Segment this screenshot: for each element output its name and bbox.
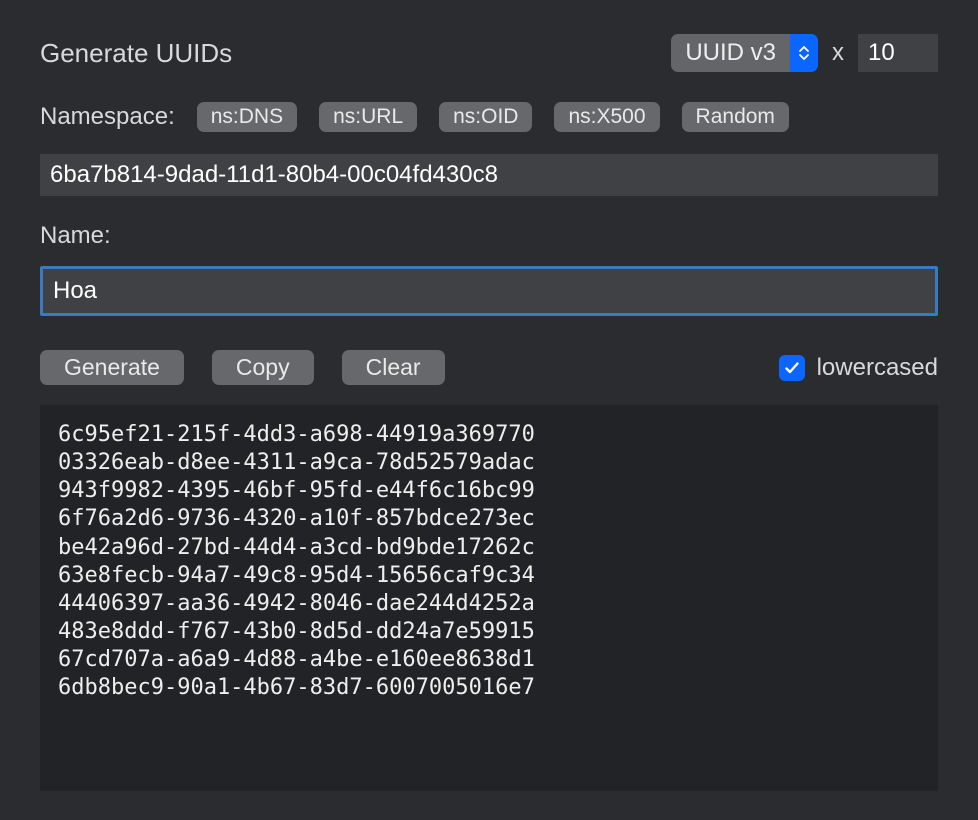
lowercased-label: lowercased bbox=[817, 354, 938, 382]
count-input[interactable] bbox=[858, 34, 938, 72]
namespace-label: Namespace: bbox=[40, 103, 175, 131]
ns-url-button[interactable]: ns:URL bbox=[319, 102, 417, 132]
namespace-value-input[interactable] bbox=[40, 154, 938, 196]
uuid-generator-panel: Generate UUIDs UUID v3 x Namespace: ns:D… bbox=[0, 0, 978, 791]
multiply-label: x bbox=[832, 39, 844, 67]
ns-random-button[interactable]: Random bbox=[682, 102, 789, 132]
name-label: Name: bbox=[40, 222, 938, 250]
check-icon bbox=[783, 359, 801, 377]
header-row: Generate UUIDs UUID v3 x bbox=[40, 34, 938, 72]
generate-button[interactable]: Generate bbox=[40, 350, 184, 385]
clear-button[interactable]: Clear bbox=[342, 350, 445, 385]
lowercased-checkbox[interactable] bbox=[779, 355, 805, 381]
chevron-up-down-icon bbox=[790, 34, 818, 72]
page-title: Generate UUIDs bbox=[40, 38, 232, 69]
header-controls: UUID v3 x bbox=[671, 34, 938, 72]
name-input[interactable] bbox=[40, 266, 938, 316]
uuid-version-value: UUID v3 bbox=[671, 34, 790, 72]
lowercased-checkbox-wrap: lowercased bbox=[779, 354, 938, 382]
action-row: Generate Copy Clear lowercased bbox=[40, 350, 938, 385]
copy-button[interactable]: Copy bbox=[212, 350, 314, 385]
ns-dns-button[interactable]: ns:DNS bbox=[197, 102, 297, 132]
namespace-row: Namespace: ns:DNS ns:URL ns:OID ns:X500 … bbox=[40, 102, 938, 132]
uuid-version-select[interactable]: UUID v3 bbox=[671, 34, 818, 72]
output-area[interactable]: 6c95ef21-215f-4dd3-a698-44919a369770 033… bbox=[40, 405, 938, 791]
ns-x500-button[interactable]: ns:X500 bbox=[554, 102, 659, 132]
ns-oid-button[interactable]: ns:OID bbox=[439, 102, 532, 132]
